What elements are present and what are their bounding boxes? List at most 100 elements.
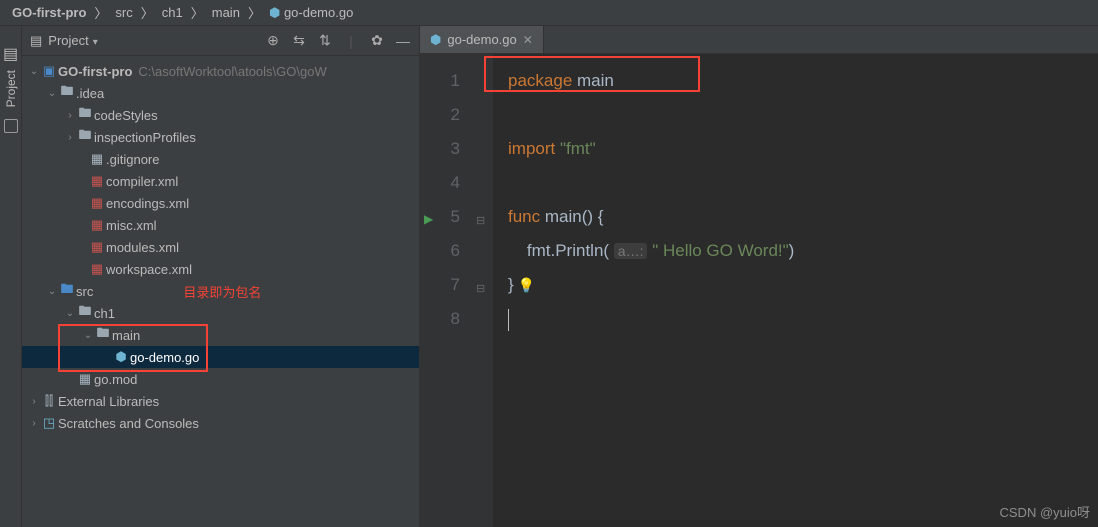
project-view-icon: ▤	[30, 33, 42, 49]
tree-item[interactable]: modules.xml	[106, 240, 179, 255]
tree-item[interactable]: compiler.xml	[106, 174, 178, 189]
run-gutter-icon[interactable]: ▶	[424, 202, 433, 236]
code-token: )	[789, 241, 795, 260]
crumb-sep: 〉	[141, 3, 154, 22]
rail-label-project[interactable]: Project	[4, 70, 18, 107]
tree-item[interactable]: inspectionProfiles	[94, 130, 196, 145]
annotation-box-code	[484, 56, 700, 92]
line-number: 4	[420, 166, 460, 200]
code-token: }	[508, 275, 514, 294]
project-sidebar: ▤ Project ⊕ ⇆ ⇅ | ✿ — ⌄▣GO-first-proC:\a…	[22, 26, 420, 527]
chevron-down-icon[interactable]: ⌄	[46, 88, 58, 99]
editor-tabs: ⬢ go-demo.go ✕	[420, 26, 1098, 54]
crumb-ch1[interactable]: ch1	[162, 5, 183, 20]
breadcrumb-bar: GO-first-pro 〉 src 〉 ch1 〉 main 〉 ⬢ go-d…	[0, 0, 1098, 26]
tree-item[interactable]: .gitignore	[106, 152, 159, 167]
tree-item[interactable]: ch1	[94, 306, 115, 321]
file-icon: ▦	[76, 371, 94, 387]
chevron-down-icon[interactable]: ⌄	[64, 308, 76, 319]
settings-icon[interactable]: ✿	[369, 33, 385, 49]
tree-item[interactable]: .idea	[76, 86, 104, 101]
go-icon: ⬢	[269, 5, 280, 21]
code-token: import	[508, 139, 560, 158]
tree-item[interactable]: go.mod	[94, 372, 137, 387]
code-token: () {	[582, 207, 604, 226]
tab-go-demo[interactable]: ⬢ go-demo.go ✕	[420, 26, 544, 53]
libs-icon: ⫿⫿	[40, 393, 58, 409]
chevron-down-icon[interactable]: ⌄	[28, 66, 40, 77]
file-icon: ▦	[88, 151, 106, 167]
code-token: func	[508, 207, 545, 226]
close-icon[interactable]: ✕	[523, 33, 533, 47]
code-area[interactable]: 1 2 3 4 5 6 7 8 ▶ ⊟ ⊟ package main impor…	[420, 54, 1098, 527]
folder-icon: 🖿	[58, 280, 76, 302]
go-icon: ⬢	[430, 32, 441, 48]
hide-icon[interactable]: —	[395, 33, 411, 49]
gutter: 1 2 3 4 5 6 7 8 ▶	[420, 54, 474, 527]
xml-icon: ▦	[88, 173, 106, 189]
param-hint: a…:	[614, 243, 648, 259]
scratch-icon: ◳	[40, 415, 58, 431]
sidebar-header: ▤ Project ⊕ ⇆ ⇅ | ✿ —	[22, 26, 419, 56]
module-icon: ▣	[40, 63, 58, 79]
xml-icon: ▦	[88, 239, 106, 255]
tree-item[interactable]: Scratches and Consoles	[58, 416, 199, 431]
project-tool-icon[interactable]: ▤	[3, 44, 18, 64]
project-tree[interactable]: ⌄▣GO-first-proC:\asoftWorktool\atools\GO…	[22, 56, 419, 527]
tab-label: go-demo.go	[447, 32, 516, 47]
chevron-right-icon[interactable]: ›	[28, 396, 40, 407]
tool-rail: ▤ Project	[0, 26, 22, 527]
tree-item[interactable]: misc.xml	[106, 218, 157, 233]
divider: |	[343, 33, 359, 49]
editor-pane: ⬢ go-demo.go ✕ 1 2 3 4 5 6 7 8 ▶ ⊟ ⊟	[420, 26, 1098, 527]
folder-icon: 🖿	[76, 126, 94, 148]
tree-item[interactable]: encodings.xml	[106, 196, 189, 211]
fold-icon[interactable]: ⊟	[476, 204, 485, 238]
tree-item[interactable]: External Libraries	[58, 394, 159, 409]
tree-root[interactable]: GO-first-pro	[58, 64, 132, 79]
chevron-down-icon[interactable]: ⌄	[46, 286, 58, 297]
line-number: 8	[420, 302, 460, 336]
code-token: fmt.Println(	[508, 241, 614, 260]
expand-icon[interactable]: ⇆	[291, 33, 307, 49]
tree-item[interactable]: codeStyles	[94, 108, 158, 123]
tree-item[interactable]: workspace.xml	[106, 262, 192, 277]
crumb-sep: 〉	[191, 3, 204, 22]
xml-icon: ▦	[88, 217, 106, 233]
line-number: 7	[420, 268, 460, 302]
line-number: 1	[420, 64, 460, 98]
tree-item[interactable]: src	[76, 284, 93, 299]
annotation-box-tree	[58, 324, 208, 372]
fold-strip: ⊟ ⊟	[474, 54, 494, 527]
tree-root-path: C:\asoftWorktool\atools\GO\goW	[138, 64, 326, 79]
folder-icon: 🖿	[76, 302, 94, 324]
code-token: " Hello GO Word!"	[647, 241, 788, 260]
line-number: 2	[420, 98, 460, 132]
crumb-root[interactable]: GO-first-pro	[12, 5, 86, 20]
locate-icon[interactable]: ⊕	[265, 33, 281, 49]
folder-icon: 🖿	[76, 104, 94, 126]
crumb-sep: 〉	[94, 3, 107, 22]
chevron-right-icon[interactable]: ›	[28, 418, 40, 429]
line-number: 3	[420, 132, 460, 166]
xml-icon: ▦	[88, 261, 106, 277]
crumb-file[interactable]: ⬢ go-demo.go	[269, 5, 353, 21]
code-token: main	[545, 207, 582, 226]
chevron-right-icon[interactable]: ›	[64, 110, 76, 121]
collapse-icon[interactable]: ⇅	[317, 33, 333, 49]
crumb-main[interactable]: main	[212, 5, 240, 20]
code-token: "fmt"	[560, 139, 596, 158]
xml-icon: ▦	[88, 195, 106, 211]
crumb-src[interactable]: src	[115, 5, 132, 20]
watermark: CSDN @yuio呀	[1000, 502, 1091, 521]
crumb-sep: 〉	[248, 3, 261, 22]
bulb-icon[interactable]: 💡	[518, 277, 535, 293]
sidebar-title[interactable]: Project	[48, 33, 98, 48]
chevron-right-icon[interactable]: ›	[64, 132, 76, 143]
annotation-text: 目录即为包名	[183, 282, 261, 301]
fold-icon[interactable]: ⊟	[476, 272, 485, 306]
folder-icon: 🖿	[58, 82, 76, 104]
caret	[508, 309, 509, 331]
rail-slot	[4, 119, 18, 133]
code-body[interactable]: package main import "fmt" func main() { …	[494, 54, 1098, 527]
